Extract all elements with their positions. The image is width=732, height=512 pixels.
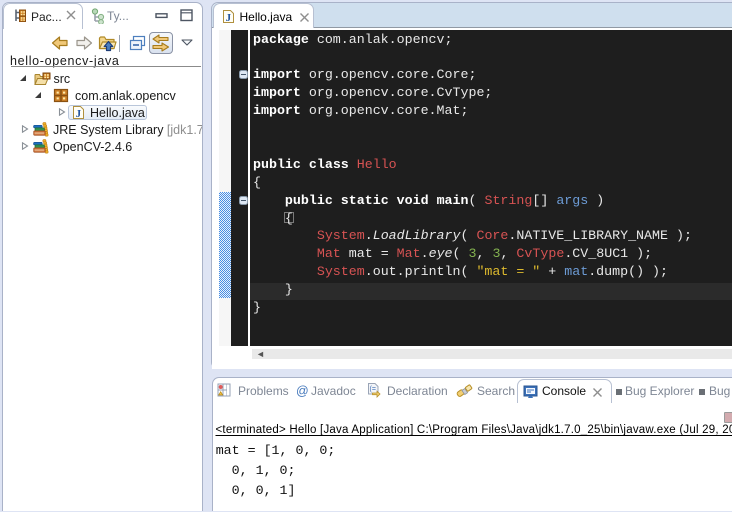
- svg-text:J: J: [76, 108, 82, 120]
- svg-text:J: J: [225, 12, 231, 24]
- svg-text:(=: (=: [370, 386, 376, 393]
